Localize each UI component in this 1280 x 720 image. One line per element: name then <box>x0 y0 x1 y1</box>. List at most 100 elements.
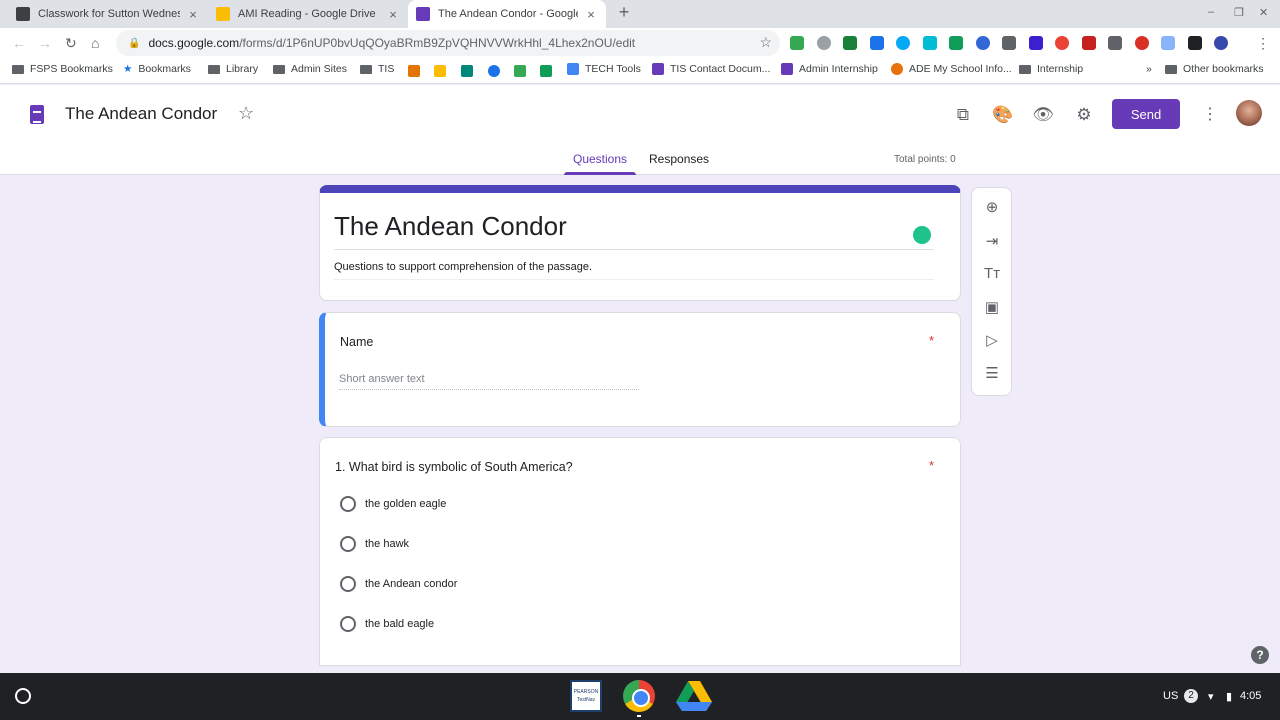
extension-icon[interactable] <box>1214 36 1228 50</box>
bookmark-library[interactable]: Library <box>208 63 258 75</box>
extension-icon[interactable] <box>843 36 857 50</box>
option-golden-eagle[interactable]: the golden eagle <box>340 496 446 512</box>
option-hawk[interactable]: the hawk <box>340 536 409 552</box>
google-forms-icon[interactable] <box>30 105 44 124</box>
extension-icon[interactable] <box>1161 36 1175 50</box>
add-section-icon[interactable]: ☰ <box>980 364 1004 384</box>
close-tab-icon[interactable]: × <box>584 7 598 22</box>
chrome-menu-icon[interactable]: ⋮ <box>1256 35 1270 52</box>
extension-icon[interactable] <box>922 36 937 50</box>
extension-icon[interactable] <box>949 36 963 50</box>
bookmark-icon-5[interactable] <box>514 65 526 77</box>
avatar[interactable] <box>1236 100 1262 126</box>
question-title[interactable]: Name <box>340 335 373 349</box>
bookmarks-bar: FSPS Bookmarks ★ Bookmarks Library Admin … <box>0 58 1280 84</box>
browser-tab-andean-condor[interactable]: The Andean Condor - Google Forms × <box>408 0 606 28</box>
question-card-name[interactable]: Name * Short answer text <box>319 312 961 427</box>
question-title[interactable]: 1. What bird is symbolic of South Americ… <box>335 460 573 474</box>
extension-icon[interactable] <box>1134 36 1149 50</box>
pearson-testnav-icon[interactable]: PEARSON TestNav <box>570 680 602 712</box>
bookmarks-overflow-icon[interactable]: » <box>1146 63 1152 75</box>
launcher-icon[interactable] <box>15 688 31 704</box>
addons-puzzle-icon[interactable]: ⧉ <box>952 105 974 125</box>
extension-icon[interactable] <box>816 36 831 50</box>
new-tab-button[interactable]: + <box>616 2 632 23</box>
forward-icon[interactable]: → <box>38 35 52 51</box>
notification-count-badge[interactable]: 2 <box>1184 689 1198 703</box>
bookmark-other[interactable]: Other bookmarks <box>1165 63 1264 75</box>
close-tab-icon[interactable]: × <box>186 7 200 22</box>
bookmark-icon-1[interactable] <box>408 65 420 77</box>
bookmark-icon-6[interactable] <box>540 65 552 77</box>
wifi-icon[interactable]: ▾ <box>1208 690 1214 703</box>
bookmark-ade[interactable]: ADE My School Info... <box>891 63 1012 75</box>
restore-icon[interactable]: ❐ <box>1234 6 1244 19</box>
google-drive-icon[interactable] <box>676 680 712 712</box>
document-title[interactable]: The Andean Condor <box>65 104 217 124</box>
palette-icon[interactable]: 🎨 <box>992 105 1014 125</box>
browser-tab-classwork[interactable]: Classwork for Sutton Wednesday × <box>8 0 208 28</box>
form-title[interactable]: The Andean Condor <box>334 211 934 250</box>
radio-button[interactable] <box>340 616 356 632</box>
extension-icon[interactable] <box>790 36 804 50</box>
extension-icon[interactable] <box>975 36 990 50</box>
bookmark-bookmarks[interactable]: ★ Bookmarks <box>123 63 191 75</box>
bookmark-admin-internship[interactable]: Admin Internship <box>781 63 878 75</box>
extension-icon[interactable] <box>1055 36 1069 50</box>
radio-button[interactable] <box>340 536 356 552</box>
form-description[interactable]: Questions to support comprehension of th… <box>334 261 934 280</box>
import-questions-icon[interactable]: ⇥ <box>980 232 1004 252</box>
extension-icon[interactable] <box>896 36 910 50</box>
add-title-icon[interactable]: Tт <box>980 265 1004 285</box>
form-header-card[interactable]: The Andean Condor Questions to support c… <box>319 185 961 301</box>
extension-icon[interactable] <box>869 36 884 50</box>
question-card-1[interactable]: 1. What bird is symbolic of South Americ… <box>319 437 961 666</box>
close-tab-icon[interactable]: × <box>386 7 400 22</box>
bookmark-icon-2[interactable] <box>434 65 446 77</box>
extension-icon[interactable] <box>1081 36 1096 50</box>
clock[interactable]: 4:05 <box>1240 690 1261 702</box>
minimize-icon[interactable]: – <box>1208 6 1214 18</box>
folder-icon <box>1165 64 1177 74</box>
extension-icon[interactable] <box>1108 36 1122 50</box>
extension-icon[interactable] <box>1002 36 1016 50</box>
bookmark-tis-contact[interactable]: TIS Contact Docum... <box>652 63 770 75</box>
more-options-icon[interactable]: ⋮ <box>1202 104 1218 124</box>
browser-tab-ami-reading[interactable]: AMI Reading - Google Drive × <box>208 0 408 28</box>
radio-button[interactable] <box>340 576 356 592</box>
url-bar[interactable]: 🔒 docs.google.com/forms/d/1P6nUP0bvUqQOy… <box>116 30 780 56</box>
star-icon: ★ <box>123 63 133 75</box>
bookmark-tech-tools[interactable]: TECH Tools <box>567 63 641 75</box>
close-window-icon[interactable]: ✕ <box>1259 6 1268 19</box>
bookmark-internship[interactable]: Internship <box>1019 63 1083 75</box>
bookmark-tis[interactable]: TIS <box>360 63 394 75</box>
bookmark-fsps[interactable]: FSPS Bookmarks <box>12 63 113 75</box>
extension-icon[interactable] <box>1187 36 1202 50</box>
back-icon[interactable]: ← <box>12 35 26 51</box>
add-question-icon[interactable]: ⊕ <box>980 198 1004 218</box>
add-video-icon[interactable]: ▷ <box>980 331 1004 351</box>
reload-icon[interactable]: ↻ <box>65 35 77 52</box>
add-image-icon[interactable]: ▣ <box>980 298 1004 318</box>
tab-questions[interactable]: Questions <box>573 152 627 166</box>
bookmark-star-icon[interactable]: ☆ <box>759 34 772 51</box>
help-icon[interactable]: ? <box>1251 646 1269 664</box>
bookmark-icon-4[interactable] <box>488 65 500 77</box>
keyboard-layout[interactable]: US <box>1163 690 1178 702</box>
bookmark-admin-sites[interactable]: Admin Sites <box>273 63 347 75</box>
tab-responses[interactable]: Responses <box>649 152 709 166</box>
extension-icon[interactable] <box>1028 36 1043 50</box>
option-andean-condor[interactable]: the Andean condor <box>340 576 457 592</box>
send-button[interactable]: Send <box>1112 99 1180 129</box>
radio-button[interactable] <box>340 496 356 512</box>
preview-eye-icon[interactable]: 👁 <box>1032 105 1054 125</box>
star-icon[interactable]: ☆ <box>238 103 254 124</box>
active-tab-indicator <box>564 172 636 175</box>
settings-icon[interactable]: ⚙ <box>1073 105 1095 125</box>
option-bald-eagle[interactable]: the bald eagle <box>340 616 434 632</box>
bookmark-label: Other bookmarks <box>1183 63 1264 75</box>
chrome-icon[interactable] <box>623 680 655 712</box>
bookmark-icon-3[interactable] <box>461 65 473 77</box>
home-icon[interactable]: ⌂ <box>91 35 99 51</box>
battery-icon[interactable]: ▮ <box>1226 690 1232 703</box>
